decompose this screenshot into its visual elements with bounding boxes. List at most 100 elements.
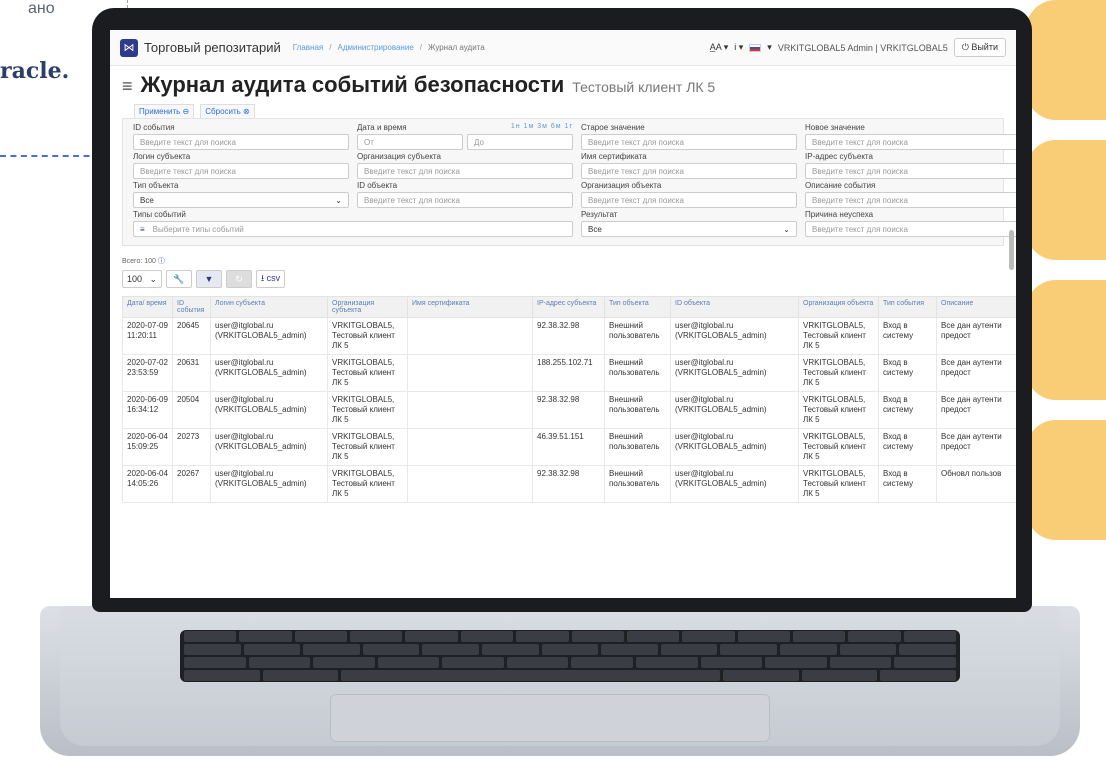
object-type-select[interactable]: Все ⌄ [133,192,349,208]
event-types-select[interactable]: ≡ Выберите типы событий [133,221,573,237]
reset-filter-button[interactable]: Сбросить ⊗ [200,104,255,118]
col-object-org[interactable]: Организация объекта [798,296,879,318]
breadcrumb-separator: / [419,43,423,52]
cell-event-type: Вход в систему [878,317,937,355]
page-size-value: 100 [127,274,143,284]
cell-event-id: 20645 [172,317,211,355]
language-menu-chevron[interactable]: ▾ [767,42,772,53]
font-size-menu[interactable]: A̲A ▾ [710,42,729,53]
decorative-shape [1026,140,1106,260]
cell-event-id: 20267 [172,465,211,503]
info-icon[interactable]: ⓘ [158,258,165,265]
table-row[interactable]: 2020-06-04 15:09:25 20273 user@itglobal.ru… [122,428,1016,466]
chevron-down-icon: ⌄ [783,224,790,234]
object-org-label: Организация объекта [581,181,662,190]
object-type-value: Все [140,195,154,205]
date-to-input[interactable]: До [467,134,573,150]
table-row[interactable]: 2020-06-09 16:34:12 20504 user@itglobal.ru… [122,391,1016,429]
cell-object-org: VRKITGLOBAL5, Тестовый клиент ЛК 5 [798,317,879,355]
result-select[interactable]: Все ⌄ [581,221,797,237]
subject-login-label: Логин субъекта [133,152,191,161]
fail-reason-input[interactable]: Введите текст для поиска [805,221,1016,237]
breadcrumb-admin[interactable]: Администрирование [337,43,413,52]
cell-subject-org: VRKITGLOBAL5, Тестовый клиент ЛК 5 [327,317,408,355]
decorative-dashed-line [0,155,100,157]
user-menu[interactable]: VRKITGLOBAL5 Admin | VRKITGLOBAL5 [778,43,948,53]
filter-icon[interactable]: ▼ [196,270,222,288]
object-org-input[interactable]: Введите текст для поиска [581,192,797,208]
table-scrollbar[interactable] [1009,230,1014,270]
event-desc-input[interactable]: Введите текст для поиска [805,192,1016,208]
cell-subject-ip: 92.38.32.98 [532,465,605,503]
col-event-type[interactable]: Тип события [878,296,937,318]
event-types-label: Типы событий [133,210,186,219]
decorative-shape [1026,280,1106,400]
app-title[interactable]: Торговый репозитарий [144,40,281,55]
info-menu[interactable]: i ▾ [734,42,743,53]
table-header-row: Дата/ время ID события Логин субъекта Ор… [122,296,1016,318]
cell-description: Все дан аутенти предост [936,391,1016,429]
table-row[interactable]: 2020-07-09 11:20:11 20645 user@itglobal.ru… [122,317,1016,355]
breadcrumb-current: Журнал аудита [428,43,485,52]
subject-ip-input[interactable]: Введите текст для поиска [805,163,1016,179]
app-screen: ⋈ Торговый репозитарий Главная / Админис… [110,30,1016,598]
breadcrumb-home[interactable]: Главная [293,43,323,52]
col-subject-login[interactable]: Логин субъекта [210,296,328,318]
chevron-down-icon: ⌄ [335,195,342,205]
subject-ip-label: IP-адрес субъекта [805,152,873,161]
cell-description: Обновл пользов [936,465,1016,503]
apply-filter-button[interactable]: Применить ⊖ [134,104,195,118]
col-object-type[interactable]: Тип объекта [604,296,671,318]
cell-cert-name [407,465,533,503]
cell-object-id: user@itglobal.ru (VRKITGLOBAL5_admin) [670,354,799,392]
col-subject-ip[interactable]: IP-адрес субъекта [532,296,605,318]
page-size-select[interactable]: 100 ⌄ [122,270,162,288]
fail-reason-label: Причина неуспеха [805,210,874,219]
object-type-label: Тип объекта [133,181,179,190]
menu-icon[interactable]: ≡ [122,76,133,97]
cell-cert-name [407,354,533,392]
cell-object-type: Внешний пользователь [604,317,671,355]
csv-export-button[interactable]: ⭳ csv [256,270,286,288]
cert-name-input[interactable]: Введите текст для поиска [581,163,797,179]
col-object-id[interactable]: ID объекта [670,296,799,318]
col-subject-org[interactable]: Организация субъекта [327,296,408,318]
top-navbar: ⋈ Торговый репозитарий Главная / Админис… [110,30,1016,66]
language-flag-icon[interactable] [749,43,762,52]
old-value-label: Старое значение [581,123,645,132]
cell-subject-login: user@itglobal.ru (VRKITGLOBAL5_admin) [210,354,328,392]
list-icon: ≡ [140,224,145,234]
cell-event-id: 20273 [172,428,211,466]
cell-object-id: user@itglobal.ru (VRKITGLOBAL5_admin) [670,317,799,355]
settings-wrench-icon[interactable]: 🔧 [166,270,192,288]
col-cert-name[interactable]: Имя сертификата [407,296,533,318]
event-types-placeholder: Выберите типы событий [152,224,244,234]
event-id-input[interactable]: Введите текст для поиска [133,134,349,150]
col-event-id[interactable]: ID события [172,296,211,318]
table-row[interactable]: 2020-07-02 23:53:59 20631 user@itglobal.ru… [122,354,1016,392]
object-id-input[interactable]: Введите текст для поиска [357,192,573,208]
table-row[interactable]: 2020-06-04 14:05:26 20267 user@itglobal.ru… [122,465,1016,503]
quick-range-links[interactable]: 1н 1м 3м 6м 1г [511,123,573,132]
col-description[interactable]: Описание [936,296,1016,318]
cell-description: Все дан аутенти предост [936,317,1016,355]
date-from-input[interactable]: От [357,134,463,150]
subject-org-input[interactable]: Введите текст для поиска [357,163,573,179]
cell-cert-name [407,391,533,429]
cell-subject-login: user@itglobal.ru (VRKITGLOBAL5_admin) [210,317,328,355]
cell-datetime: 2020-06-04 14:05:26 [122,465,173,503]
cell-event-type: Вход в систему [878,391,937,429]
result-value: Все [588,224,602,234]
breadcrumb-separator: / [329,43,332,52]
object-id-label: ID объекта [357,181,398,190]
logout-button[interactable]: ⏻ Выйти [953,38,1006,57]
subject-login-input[interactable]: Введите текст для поиска [133,163,349,179]
new-value-input[interactable]: Введите текст для поиска [805,134,1016,150]
total-count-text: Всего: 100 [122,258,156,265]
app-logo-icon[interactable]: ⋈ [120,38,138,57]
refresh-icon[interactable]: ↻ [226,270,252,288]
page-title: Журнал аудита событий безопасности [140,72,565,97]
col-datetime[interactable]: Дата/ время [122,296,173,318]
old-value-input[interactable]: Введите текст для поиска [581,134,797,150]
page-subtitle: Тестовый клиент ЛК 5 [572,79,716,95]
